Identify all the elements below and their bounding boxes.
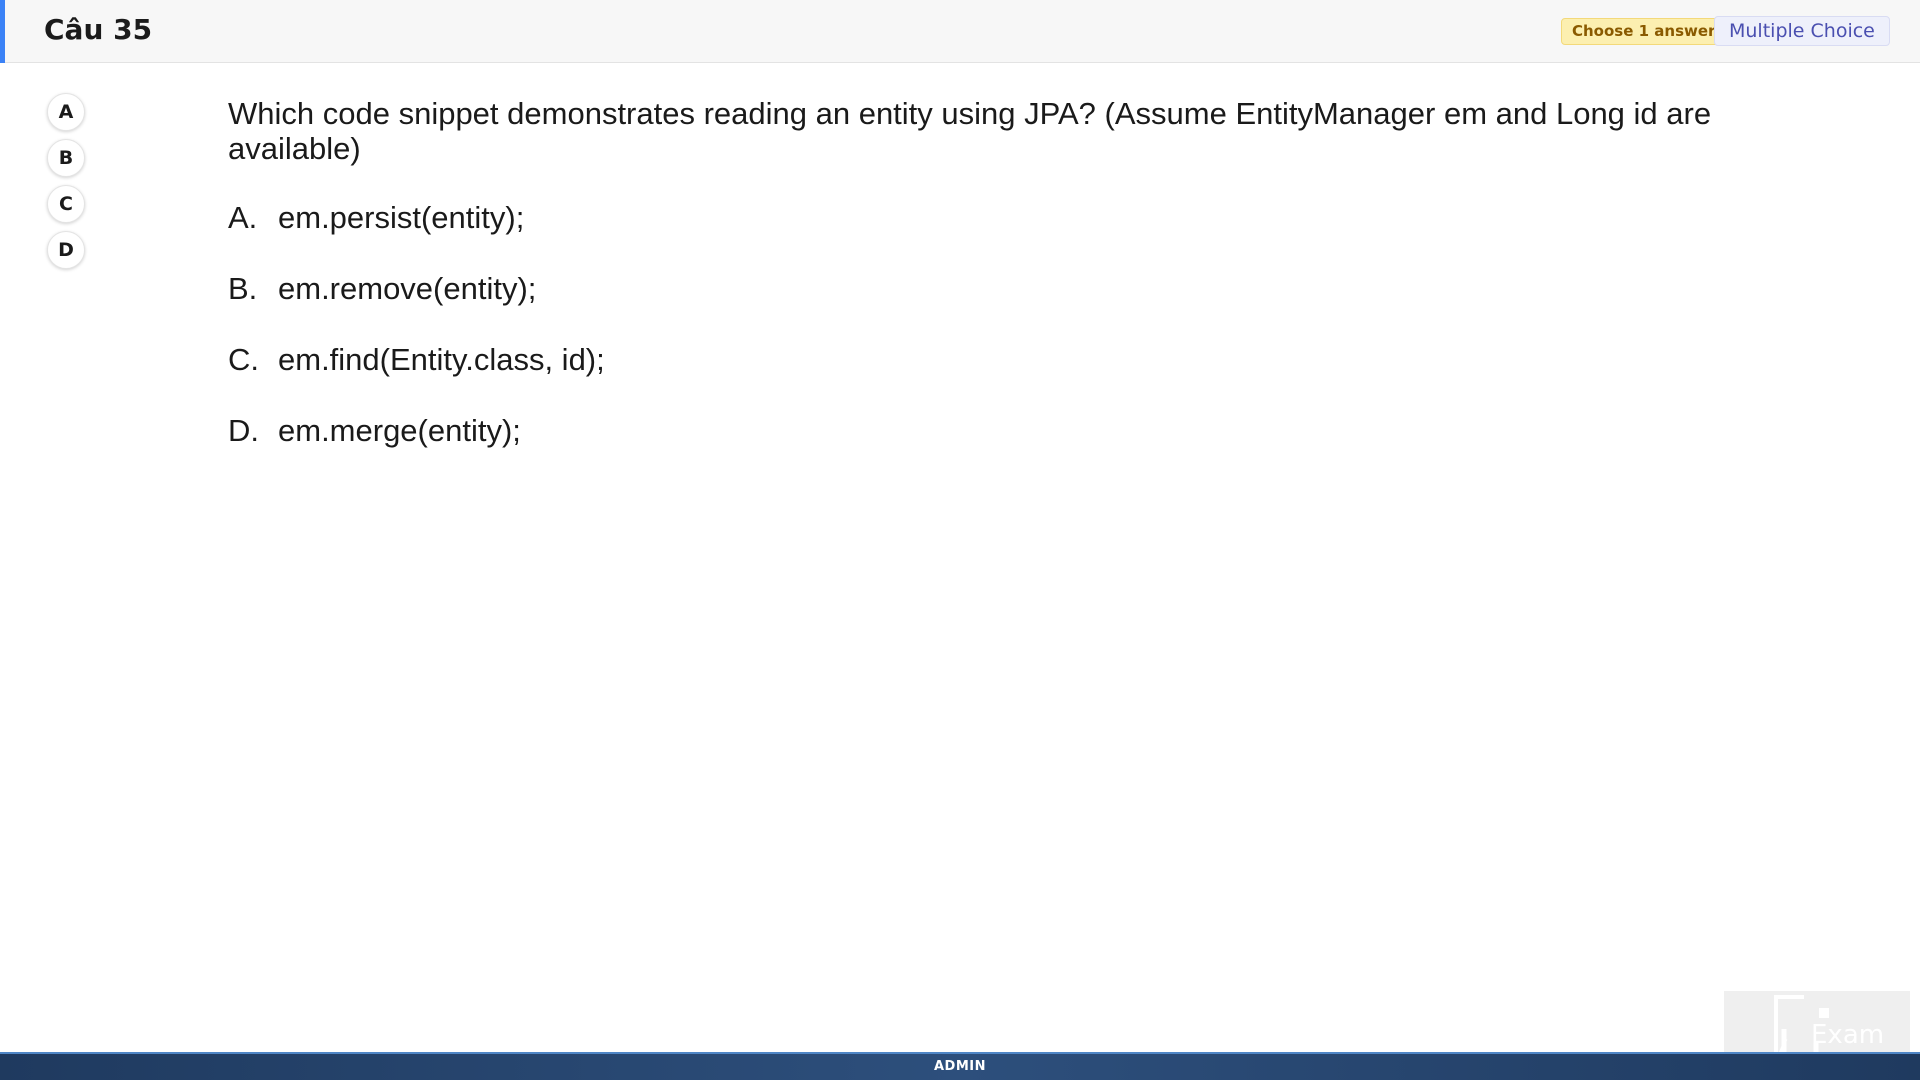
answer-d: D. em.merge(entity); <box>228 413 605 449</box>
question-header: Câu 35 Choose 1 answer Multiple Choice <box>0 0 1920 63</box>
footer-bar: ADMIN <box>0 1052 1920 1080</box>
option-a-button[interactable]: A <box>47 93 85 131</box>
answer-a: A. em.persist(entity); <box>228 200 605 236</box>
question-text: Which code snippet demonstrates reading … <box>228 96 1712 166</box>
footer-user-label: ADMIN <box>933 1059 986 1074</box>
answer-c: C. em.find(Entity.class, id); <box>228 342 605 378</box>
option-b-button[interactable]: B <box>47 139 85 177</box>
choose-count-badge: Choose 1 answer <box>1561 18 1727 45</box>
answer-option-buttons: A B C D <box>47 93 85 277</box>
answer-text: em.persist(entity); <box>278 200 525 235</box>
option-d-button[interactable]: D <box>47 231 85 269</box>
answer-text: em.remove(entity); <box>278 271 537 306</box>
option-c-button[interactable]: C <box>47 185 85 223</box>
question-type-badge: Multiple Choice <box>1714 16 1890 46</box>
header-accent-bar <box>0 0 5 63</box>
answer-b: B. em.remove(entity); <box>228 271 605 307</box>
answer-letter: A. <box>228 200 258 235</box>
answer-text: em.merge(entity); <box>278 413 521 448</box>
quiz-page: Câu 35 Choose 1 answer Multiple Choice A… <box>0 0 1920 1080</box>
answer-list: A. em.persist(entity); B. em.remove(entity… <box>228 200 605 484</box>
answer-letter: B. <box>228 271 258 306</box>
answer-letter: C. <box>228 342 259 377</box>
answer-text: em.find(Entity.class, id); <box>278 342 605 377</box>
logo-exam-text: Exam <box>1811 1020 1884 1050</box>
question-number-title: Câu 35 <box>44 13 153 46</box>
answer-letter: D. <box>228 413 259 448</box>
